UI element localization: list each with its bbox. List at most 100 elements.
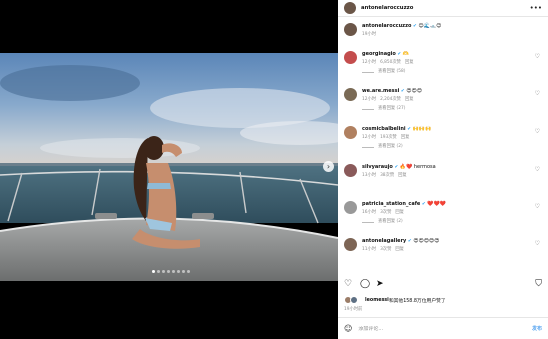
comment-time: 11小时 (362, 247, 377, 252)
view-replies[interactable]: 查看回复 (2) (362, 219, 542, 225)
caption-username[interactable]: antonelaroccuzzo (362, 23, 411, 29)
comment-line: patricia_station_cafe ✔ ❤️❤️❤️ (362, 201, 542, 208)
post-actions: ♡ ◯ ➤ ⛉ (344, 279, 542, 291)
post-viewer: › antonelaroccuzzo ••• antonelaroccuzzo … (0, 0, 548, 339)
comment-likes[interactable]: 3次赞 (380, 247, 391, 252)
comment-likes[interactable]: 3次赞 (380, 210, 391, 215)
comment-reply-button[interactable]: 回复 (405, 60, 414, 65)
comment-avatar[interactable] (344, 164, 357, 177)
comment-time: 12小时 (362, 97, 377, 102)
slide-dot[interactable] (167, 270, 170, 273)
comment-icon[interactable]: ◯ (360, 279, 370, 289)
comment-line: antonelagallery ✔ 😍😍😍😍😍 (362, 238, 542, 245)
comment-reply-button[interactable]: 回复 (398, 173, 407, 178)
comment-like-heart-icon[interactable]: ♡ (535, 53, 540, 60)
comment-username[interactable]: georginagio (362, 51, 396, 57)
view-replies[interactable]: 查看回复 (27) (362, 106, 542, 112)
comment-text: 😍😍😍😍😍 (413, 238, 440, 244)
view-replies-label[interactable]: 查看回复 (27) (378, 106, 405, 112)
comment-body: georginagio ✔ 🫶 12小时 6,850次赞 回复 查看回复 (58) (362, 51, 542, 75)
comment-like-heart-icon[interactable]: ♡ (535, 203, 540, 210)
slide-dot[interactable] (172, 270, 175, 273)
comment-time: 12小时 (362, 135, 377, 140)
comment-meta: 11小时 3次赞 回复 (362, 247, 542, 253)
verified-badge-icon: ✔ (394, 165, 399, 170)
send-icon[interactable]: ➤ (376, 279, 384, 289)
slide-dot[interactable] (157, 270, 160, 273)
comment-username[interactable]: silvyaraujo (362, 164, 393, 170)
heart-icon[interactable]: ♡ (344, 279, 352, 289)
comment-avatar[interactable] (344, 126, 357, 139)
comment-row: georginagio ✔ 🫶 12小时 6,850次赞 回复 查看回复 (58) ♡ (344, 51, 542, 75)
comment-row: antonelagallery ✔ 😍😍😍😍😍 11小时 3次赞 回复 ♡ (344, 238, 542, 253)
comment-row: patricia_station_cafe ✔ ❤️❤️❤️ 16小时 3次赞 回复查… (344, 201, 542, 225)
comment-like-heart-icon[interactable]: ♡ (535, 128, 540, 135)
comments-scroll[interactable]: antonelaroccuzzo ✔ 😊🌊🛥️😊 19小时 georginagi… (338, 18, 548, 273)
more-options-icon[interactable]: ••• (530, 4, 542, 12)
comment-composer: ☺ 发布 (338, 317, 548, 339)
comment-reply-button[interactable]: 回复 (395, 247, 404, 252)
comment-username[interactable]: cosmicbalbelini (362, 126, 406, 132)
comment-avatar[interactable] (344, 51, 357, 64)
view-replies[interactable]: 查看回复 (2) (362, 144, 542, 150)
comment-text: 🔥❤️ hermosa (399, 164, 436, 170)
comment-body: silvyaraujo ✔ 🔥❤️ hermosa 13小时 38次赞 回复 (362, 164, 542, 179)
view-replies-label[interactable]: 查看回复 (2) (378, 144, 403, 150)
comment-like-heart-icon[interactable]: ♡ (535, 90, 540, 97)
verified-badge-icon: ✔ (421, 202, 426, 207)
author-avatar[interactable] (344, 2, 356, 14)
slide-dot[interactable] (152, 270, 155, 273)
slide-dot[interactable] (187, 270, 190, 273)
comment-avatar[interactable] (344, 238, 357, 251)
caption-body: antonelaroccuzzo ✔ 😊🌊🛥️😊 19小时 (362, 23, 542, 38)
slide-dot[interactable] (162, 270, 165, 273)
next-slide-button[interactable]: › (323, 161, 334, 172)
replies-divider (362, 108, 374, 110)
caption-line: antonelaroccuzzo ✔ 😊🌊🛥️😊 (362, 23, 542, 30)
comment-body: antonelagallery ✔ 😍😍😍😍😍 11小时 3次赞 回复 (362, 238, 542, 253)
post-detail-panel: antonelaroccuzzo ••• antonelaroccuzzo ✔ … (338, 0, 548, 339)
comment-body: we.are.messi ✔ 😍😍😍 12小时 2,204次赞 回复 查看回复 (27) (362, 88, 542, 112)
comment-username[interactable]: we.are.messi (362, 88, 399, 94)
comment-line: cosmicbalbelini ✔ 🙌🙌🙌 (362, 126, 542, 133)
slide-indicator (152, 270, 190, 273)
comment-likes[interactable]: 38次赞 (380, 173, 394, 178)
comment-like-heart-icon[interactable]: ♡ (535, 166, 540, 173)
comment-like-heart-icon[interactable]: ♡ (535, 240, 540, 247)
post-comment-button[interactable]: 发布 (532, 325, 542, 332)
comment-reply-button[interactable]: 回复 (395, 210, 404, 215)
view-replies-label[interactable]: 查看回复 (2) (378, 219, 403, 225)
author-username[interactable]: antonelaroccuzzo (361, 5, 530, 11)
emoji-icon[interactable]: ☺ (344, 324, 352, 333)
view-replies-label[interactable]: 查看回复 (58) (378, 69, 405, 75)
comment-time: 12小时 (362, 60, 377, 65)
comment-text: 😍😍😍 (406, 88, 422, 94)
comment-line: we.are.messi ✔ 😍😍😍 (362, 88, 542, 95)
likes-rest-text[interactable]: 和其他158.8万位用户赞了 (389, 297, 446, 304)
comment-likes[interactable]: 193次赞 (380, 135, 397, 140)
comment-likes[interactable]: 6,850次赞 (380, 60, 401, 65)
replies-divider (362, 71, 374, 73)
comment-row: we.are.messi ✔ 😍😍😍 12小时 2,204次赞 回复 查看回复 (27)… (344, 88, 542, 112)
comment-line: georginagio ✔ 🫶 (362, 51, 542, 58)
comment-avatar[interactable] (344, 201, 357, 214)
caption-avatar[interactable] (344, 23, 357, 36)
comment-likes[interactable]: 2,204次赞 (380, 97, 401, 102)
comment-avatar[interactable] (344, 88, 357, 101)
slide-dot[interactable] (177, 270, 180, 273)
bookmark-icon[interactable]: ⛉ (535, 279, 542, 289)
liker-avatars (344, 296, 362, 304)
comment-time: 16小时 (362, 210, 377, 215)
view-replies[interactable]: 查看回复 (58) (362, 69, 542, 75)
comment-username[interactable]: antonelagallery (362, 238, 406, 244)
replies-divider (362, 146, 374, 148)
comment-body: patricia_station_cafe ✔ ❤️❤️❤️ 16小时 3次赞 回复查… (362, 201, 542, 225)
comment-reply-button[interactable]: 回复 (401, 135, 410, 140)
comment-username[interactable]: patricia_station_cafe (362, 201, 420, 207)
comment-row: cosmicbalbelini ✔ 🙌🙌🙌 12小时 193次赞 回复查看回复 (2)… (344, 126, 542, 150)
likes-first-user[interactable]: leomessi (365, 298, 389, 303)
comment-reply-button[interactable]: 回复 (405, 97, 414, 102)
slide-dot[interactable] (182, 270, 185, 273)
post-time: 19小时前 (344, 307, 363, 312)
comment-input[interactable] (358, 325, 532, 332)
